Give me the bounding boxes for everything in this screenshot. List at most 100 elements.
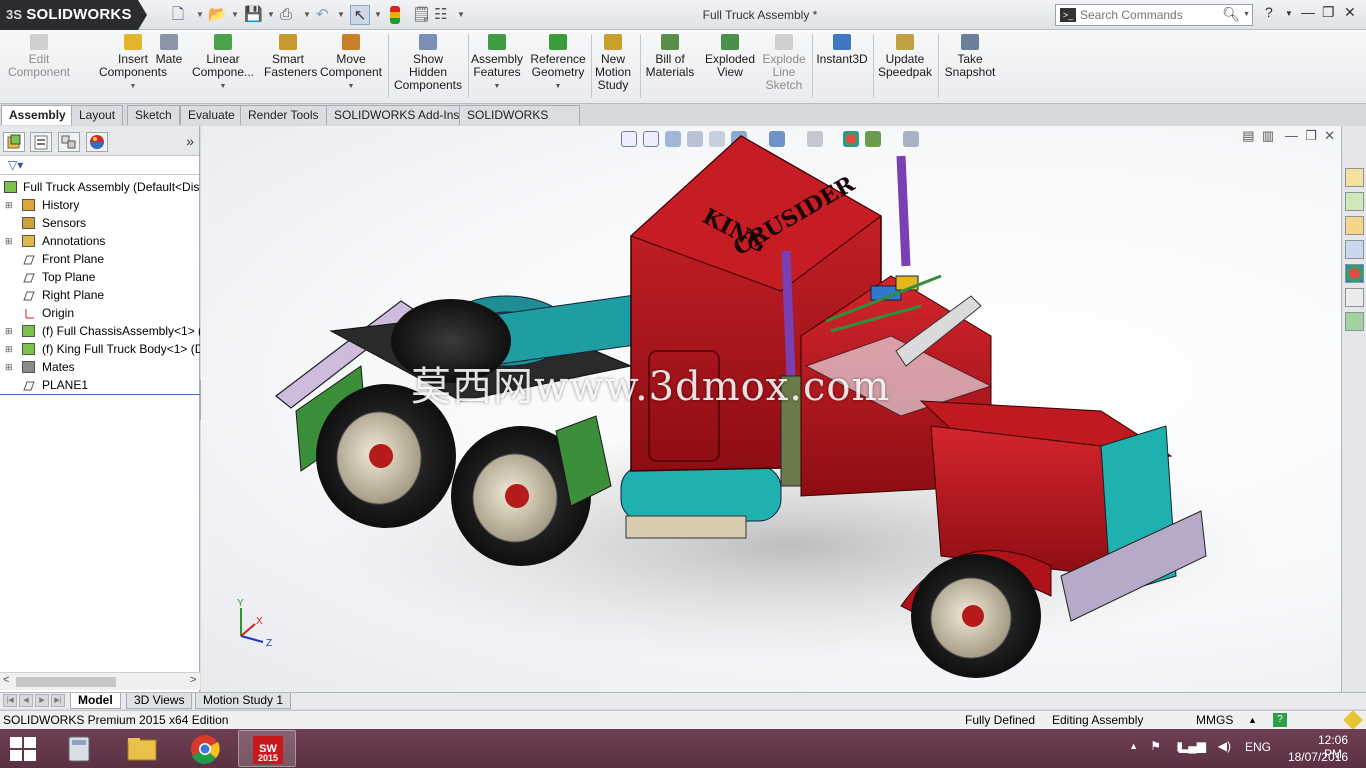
feature-manager-tab[interactable] [3,132,25,152]
file-explorer-app-icon[interactable] [113,730,171,767]
update-speedpak-button[interactable]: Update Speedpak [876,34,934,100]
horizontal-scrollbar[interactable]: < > [0,672,200,690]
quick-tips-icon[interactable]: ? [1273,713,1287,727]
save-icon[interactable]: 💾 [244,5,263,25]
select-arrow-icon[interactable]: ↖ [350,5,370,25]
take-snapshot-button[interactable]: Take Snapshot [941,34,999,100]
scroll-left-icon[interactable]: < [3,674,9,686]
next-tab-icon[interactable]: ▶ [35,694,49,707]
solidworks-forum-icon[interactable] [1345,312,1364,331]
search-commands-box[interactable]: >_ 🔍︎ ▼ [1055,4,1253,26]
network-icon[interactable]: ▂▄▆ [1179,739,1206,753]
chevron-down-icon[interactable]: ▼ [231,5,239,25]
minimize-button[interactable]: — [1301,4,1315,20]
expand-icon[interactable]: ⊞ [5,358,13,376]
show-hidden-components-button[interactable]: Show Hidden Components [392,34,464,100]
bottom-tab-motion-study-1[interactable]: Motion Study 1 [195,693,292,709]
unit-system[interactable]: MMGS [1196,711,1233,729]
tree-item-f-full-chassisassembly-1[interactable]: ⊞ (f) Full ChassisAssembly<1> ( [0,322,200,340]
prev-tab-icon[interactable]: ◀ [19,694,33,707]
chevron-down-icon[interactable]: ▼ [267,5,275,25]
tree-item-plane1[interactable]: PLANE1 [0,376,200,394]
search-input[interactable] [1080,7,1230,23]
clock-date[interactable]: 18/07/2016 [1288,750,1348,764]
bottom-tab-model[interactable]: Model [70,693,121,709]
property-manager-tab[interactable] [30,132,52,152]
solidworks-logo[interactable]: 3S SOLIDWORKS [0,0,147,30]
exploded-view-button[interactable]: Exploded View [703,34,757,100]
tab-assembly[interactable]: Assembly [1,105,74,125]
show-hidden-icons-icon[interactable]: ▲ [1129,741,1138,751]
configuration-manager-tab[interactable] [58,132,80,152]
new-document-icon[interactable]: 🗋 [172,5,184,25]
expand-icon[interactable]: ⊞ [5,232,13,250]
new-motion-study-button[interactable]: New Motion Study [590,34,636,100]
input-language[interactable]: ENG [1245,740,1271,754]
file-properties-icon[interactable]: 🗒 [412,5,431,25]
tree-item-annotations[interactable]: ⊞ Annotations [0,232,200,250]
tree-item-f-king-full-truck-body-1-d[interactable]: ⊞ (f) King Full Truck Body<1> (D [0,340,200,358]
reference-geometry-button[interactable]: Reference Geometry ▼ [529,34,587,100]
explode-line-sketch-button[interactable]: Explode Line Sketch [760,34,808,100]
bottom-tab-3d-views[interactable]: 3D Views [126,693,193,709]
chevron-down-icon[interactable]: ▼ [1243,11,1250,18]
chevron-down-icon[interactable]: ▼ [457,5,465,25]
tree-item-history[interactable]: ⊞ History [0,196,200,214]
first-tab-icon[interactable]: |◀ [3,694,17,707]
expand-icon[interactable]: ⊞ [5,196,13,214]
search-icon[interactable]: 🔍︎ [1222,6,1240,23]
chevron-down-icon[interactable]: ▼ [190,80,256,93]
filter-icon[interactable]: ▽▾ [8,158,23,172]
panel-expand-icon[interactable]: » [186,133,194,149]
windows-start-icon[interactable] [10,737,36,761]
custom-properties-icon[interactable] [1345,288,1364,307]
bill-of-materials-button[interactable]: Bill of Materials [645,34,695,100]
chevron-down-icon[interactable]: ▼ [303,5,311,25]
tree-item-top-plane[interactable]: Top Plane [0,268,200,286]
rebuild-tag-icon[interactable] [1343,710,1363,730]
edit-component-button[interactable]: Edit Component [6,34,72,100]
options-icon[interactable]: ☷ [434,5,447,25]
chevron-down-icon[interactable]: ▼ [337,5,345,25]
tab-render-tools[interactable]: Render Tools [240,105,327,125]
tree-filter[interactable]: ▽▾ [0,157,199,175]
help-icon[interactable]: ? [1265,4,1273,20]
print-icon[interactable]: ⎙ [280,5,292,25]
chevron-down-icon[interactable]: ▼ [318,80,384,93]
units-menu-icon[interactable]: ▲ [1248,711,1257,729]
linear-component-pattern-button[interactable]: Linear Compone... ▼ [190,34,256,100]
smart-fasteners-button[interactable]: Smart Fasteners [264,34,317,100]
display-manager-tab[interactable] [86,132,108,152]
tab-solidworks-add-ins[interactable]: SOLIDWORKS Add-Ins [326,105,468,125]
tree-item-sensors[interactable]: Sensors [0,214,200,232]
restore-button[interactable]: ❐ [1322,4,1335,21]
scroll-thumb[interactable] [16,677,116,687]
tab-sketch[interactable]: Sketch [127,105,180,125]
expand-icon[interactable]: ⊞ [5,322,13,340]
close-button[interactable]: ✕ [1344,4,1356,21]
scroll-right-icon[interactable]: > [190,674,196,686]
open-folder-icon[interactable]: 📂 [208,5,227,25]
calculator-app-icon[interactable] [50,730,108,767]
chevron-down-icon[interactable]: ▼ [529,80,587,93]
chevron-down-icon[interactable]: ▼ [196,5,204,25]
expand-icon[interactable]: ⊞ [5,340,13,358]
instant3d-button[interactable]: Instant3D [815,34,869,100]
tree-root-assembly[interactable]: Full Truck Assembly (Default<Dis [0,178,200,196]
tree-item-front-plane[interactable]: Front Plane [0,250,200,268]
graphics-area[interactable]: ▤ ▥ — ❐ ✕ KING CRUSIDER Y X Z 莫西网www.3dm… [201,126,1341,692]
flag-icon[interactable]: ⚑ [1150,739,1161,753]
tab-solidworks-mbd[interactable]: SOLIDWORKS MBD [459,105,580,141]
undo-icon[interactable]: ↶ [316,5,329,25]
assembly-features-button[interactable]: Assembly Features ▼ [470,34,524,100]
chrome-app-icon[interactable] [176,730,234,767]
chevron-down-icon[interactable]: ▼ [374,5,382,25]
appearances-icon[interactable] [1345,264,1364,283]
tree-item-origin[interactable]: Origin [0,304,200,322]
move-component-button[interactable]: Move Component ▼ [318,34,384,100]
design-library-icon[interactable] [1345,192,1364,211]
tab-evaluate[interactable]: Evaluate [180,105,243,125]
solidworks-resources-icon[interactable] [1345,168,1364,187]
rebuild-traffic-light-icon[interactable] [390,6,400,24]
chevron-down-icon[interactable]: ▼ [470,80,524,93]
